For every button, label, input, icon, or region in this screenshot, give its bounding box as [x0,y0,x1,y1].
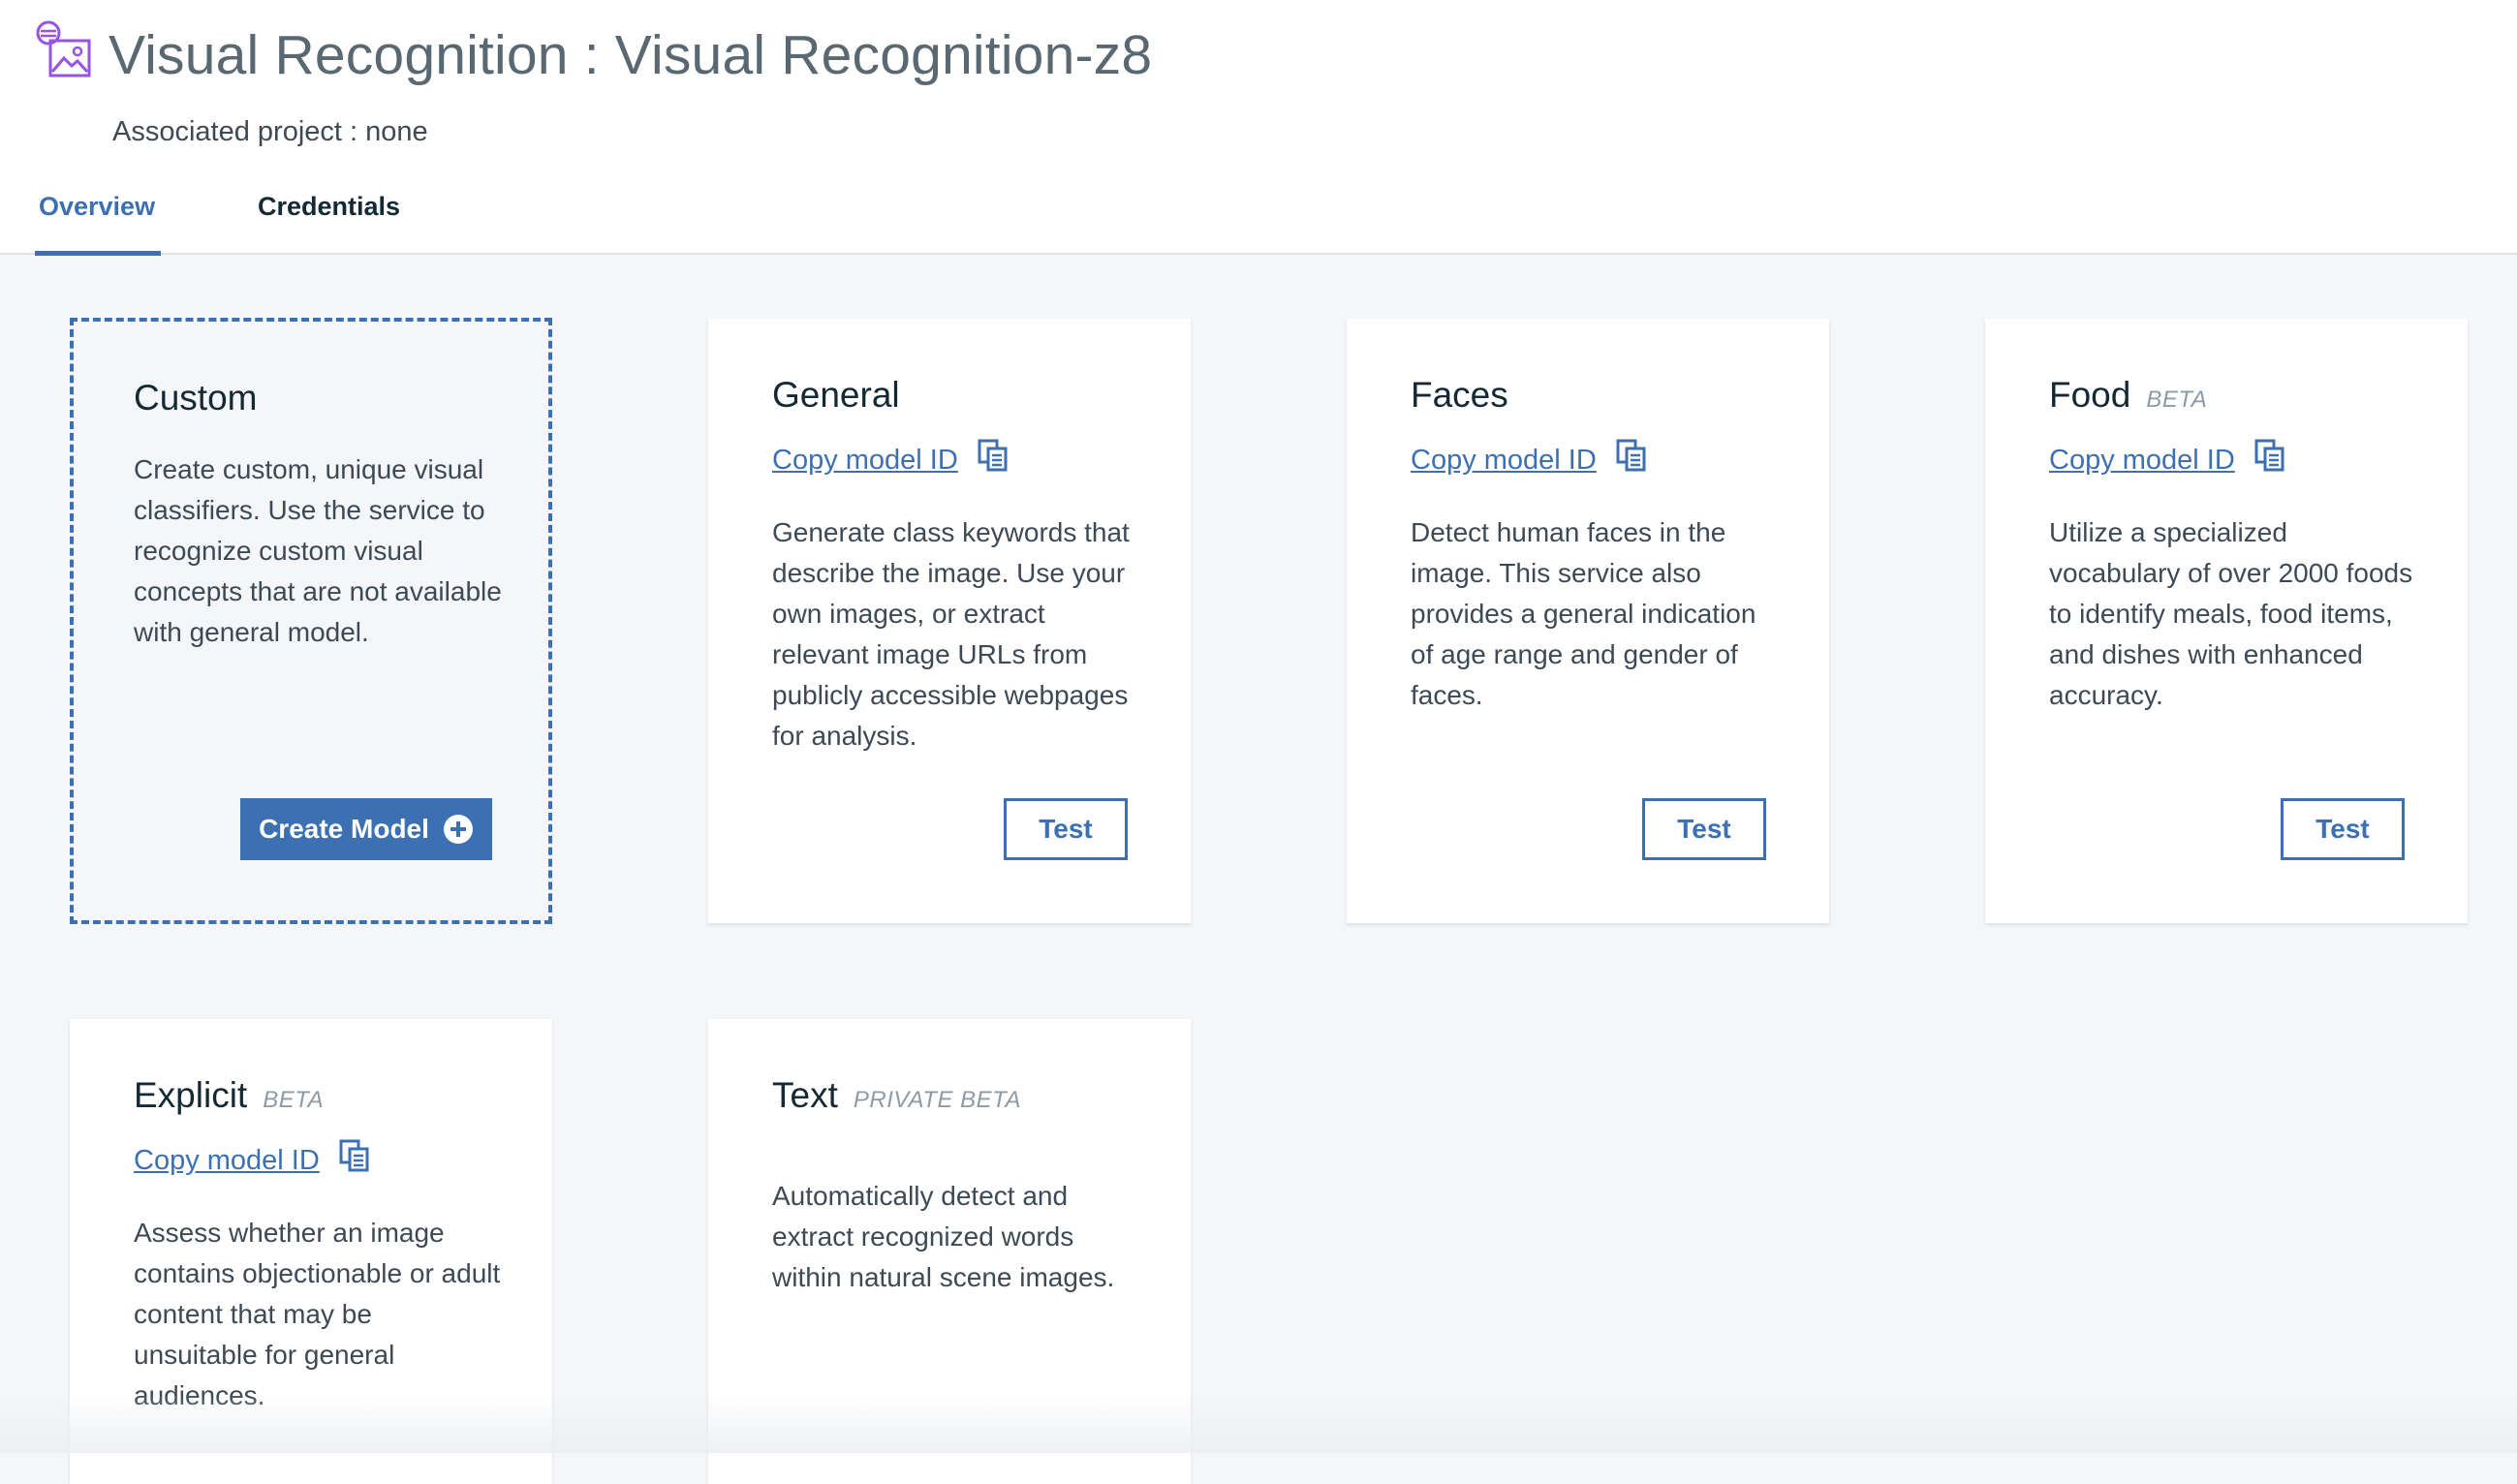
create-model-button[interactable]: Create Model [240,798,492,860]
page-title: Visual Recognition : Visual Recognition-… [109,24,1153,86]
copy-icon[interactable] [339,1139,370,1172]
copy-icon[interactable] [2254,439,2285,472]
card-title-text: Text [772,1075,838,1115]
copy-model-row: Copy model ID [1411,439,1647,477]
private-beta-badge: PRIVATE BETA [853,1087,1022,1113]
create-model-label: Create Model [259,814,429,844]
copy-model-id-link[interactable]: Copy model ID [134,1145,320,1176]
copy-model-row: Copy model ID [2049,439,2285,477]
card-description: Create custom, unique visual classifiers… [134,454,502,647]
copy-model-id-link[interactable]: Copy model ID [772,445,958,476]
card-title: Text PRIVATE BETA [772,1075,1021,1116]
plus-circle-icon [443,815,473,844]
card-description: Generate class keywords that describe th… [772,517,1130,751]
card-description: Utilize a specialized vocabulary of over… [2049,517,2413,710]
tab-overview[interactable]: Overview [39,192,155,222]
card-faces: Faces Copy model ID Detect human faces i… [1347,319,1829,923]
copy-icon[interactable] [1616,439,1647,472]
associated-project: Associated project : none [112,116,428,147]
card-text: Text PRIVATE BETA Automatically detect an… [708,1019,1191,1484]
card-title: Faces [1411,375,1508,415]
card-title: Explicit BETA [134,1075,324,1116]
copy-model-id-link[interactable]: Copy model ID [2049,445,2235,476]
beta-badge: BETA [263,1087,325,1113]
copy-model-row: Copy model ID [772,439,1009,477]
card-description: Detect human faces in the image. This se… [1411,517,1756,710]
test-button[interactable]: Test [1642,798,1766,860]
active-tab-indicator [35,251,161,256]
card-description: Automatically detect and extract recogni… [772,1181,1115,1292]
test-button[interactable]: Test [1004,798,1128,860]
card-title: Custom [134,378,258,417]
beta-badge: BETA [2146,386,2208,413]
visual-recognition-icon [36,20,91,77]
card-description: Assess whether an image contains objecti… [134,1218,501,1410]
copy-model-row: Copy model ID [134,1139,370,1177]
copy-icon[interactable] [978,439,1009,472]
copy-model-id-link[interactable]: Copy model ID [1411,445,1597,476]
card-title: Food BETA [2049,375,2207,416]
card-custom: Custom Create custom, unique visual clas… [70,318,552,924]
page-header: Visual Recognition : Visual Recognition-… [0,0,2517,256]
card-title-text: Food [2049,375,2131,415]
card-title-text: Explicit [134,1075,248,1115]
card-title: General [772,375,900,415]
card-general: General Copy model ID Generate class key… [708,319,1191,923]
card-explicit: Explicit BETA Copy model ID Assess whethe… [70,1019,552,1484]
test-button[interactable]: Test [2281,798,2405,860]
card-food: Food BETA Copy model ID Utilize a special… [1985,319,2468,923]
tab-credentials[interactable]: Credentials [258,192,400,222]
